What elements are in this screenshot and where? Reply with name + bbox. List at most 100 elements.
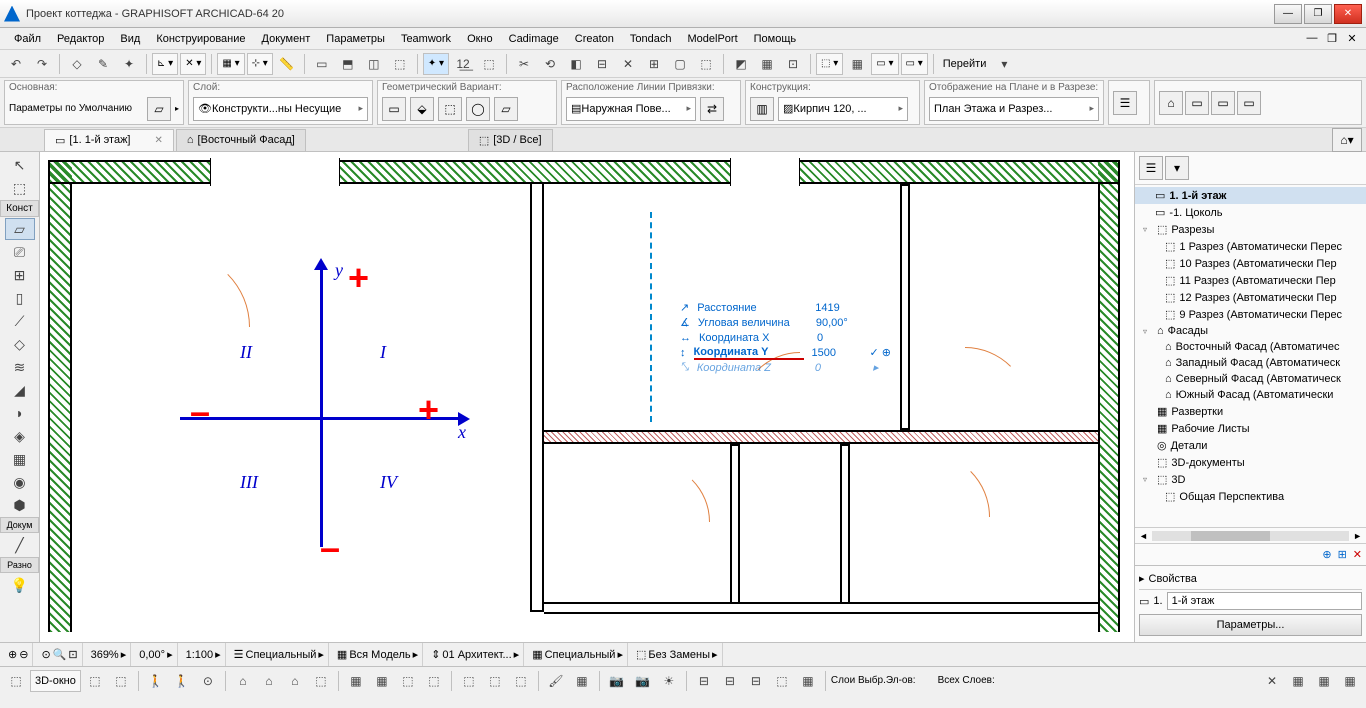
snap-dropdown[interactable]: ✕ ▾	[180, 53, 206, 75]
bb4[interactable]: 🚶	[144, 670, 168, 692]
nav-sections[interactable]: ▿⬚ Разрезы	[1135, 221, 1366, 238]
sb-zoomfit[interactable]: ⊡	[68, 648, 77, 661]
goto-label[interactable]: Перейти	[939, 58, 991, 70]
nav-floor1[interactable]: ▭ 1. 1-й этаж	[1135, 187, 1366, 204]
bb20[interactable]: 📷	[605, 670, 629, 692]
bb2[interactable]: ⬚	[83, 670, 107, 692]
drawing-canvas[interactable]: y x I II III IV + + – – ↗Расстояние1419 …	[40, 152, 1134, 642]
roof-tool[interactable]: ◢	[5, 379, 35, 401]
nav-e3[interactable]: ⌂ Северный Фасад (Автоматическ	[1135, 371, 1366, 387]
u6[interactable]: ⊞	[642, 53, 666, 75]
u3[interactable]: ◧	[564, 53, 588, 75]
mdi-close-icon[interactable]: ✕	[1344, 32, 1360, 45]
gridsnap-dropdown[interactable]: ⊹ ▾	[247, 53, 273, 75]
geom5[interactable]: ▱	[494, 97, 518, 121]
bb23[interactable]: ⊟	[692, 670, 716, 692]
pick-button[interactable]: ◇	[65, 53, 89, 75]
stair-tool[interactable]: ≋	[5, 356, 35, 378]
v4[interactable]: ▦	[845, 53, 869, 75]
maximize-button[interactable]: ❐	[1304, 4, 1332, 24]
tab-nav-icon[interactable]: ⌂▾	[1332, 128, 1362, 152]
goto-arrow[interactable]: ▾	[992, 53, 1016, 75]
props-settings-button[interactable]: Параметры...	[1139, 614, 1362, 636]
nav-s11[interactable]: ⬚ 11 Разрез (Автоматически Пер	[1135, 272, 1366, 289]
nav-e1[interactable]: ⌂ Восточный Фасад (Автоматичес	[1135, 339, 1366, 355]
sb-zoom2[interactable]: 🔍	[53, 648, 67, 661]
bb11[interactable]: ▦	[344, 670, 368, 692]
arrow-tool[interactable]: ↖	[5, 154, 35, 176]
menu-teamwork[interactable]: Teamwork	[393, 33, 459, 45]
menu-design[interactable]: Конструирование	[148, 33, 253, 45]
layout-dropdown[interactable]: ▭ ▾	[871, 53, 898, 75]
sb-i2[interactable]: ⊖	[19, 648, 28, 661]
u2[interactable]: ⟲	[538, 53, 562, 75]
menu-view[interactable]: Вид	[112, 33, 148, 45]
snap-flip[interactable]: ⇄	[700, 97, 724, 121]
nav-3d[interactable]: ▿⬚ 3D	[1135, 471, 1366, 488]
bb9[interactable]: ⌂	[283, 670, 307, 692]
mdi-min-icon[interactable]: —	[1304, 32, 1320, 45]
layercomb[interactable]: Специальный	[246, 649, 317, 661]
menu-cadimage[interactable]: Cadimage	[501, 33, 567, 45]
column-tool[interactable]: ▯	[5, 287, 35, 309]
nav-e4[interactable]: ⌂ Южный Фасад (Автоматически	[1135, 387, 1366, 403]
bb21[interactable]: 📷	[631, 670, 655, 692]
nav-add-icon[interactable]: ⊞	[1338, 548, 1347, 561]
slab-tool[interactable]: ◇	[5, 333, 35, 355]
bb3[interactable]: ⬚	[109, 670, 133, 692]
close-tab-icon[interactable]: ✕	[155, 135, 163, 146]
bb27[interactable]: ▦	[796, 670, 820, 692]
sb-i1[interactable]: ⊕	[8, 648, 17, 661]
active-coord[interactable]: Координата Y	[694, 346, 804, 360]
t4[interactable]: ⬚	[388, 53, 412, 75]
nav-book-icon[interactable]: ▭	[1211, 91, 1235, 115]
menu-tondach[interactable]: Tondach	[622, 33, 680, 45]
trace-button[interactable]: ⬚	[477, 53, 501, 75]
grid-dropdown[interactable]: ▦ ▾	[217, 53, 244, 75]
undo-button[interactable]: ↶	[4, 53, 28, 75]
u1[interactable]: ✂	[512, 53, 536, 75]
tab-floor1[interactable]: ▭ [1. 1-й этаж]✕	[44, 129, 174, 151]
bb25[interactable]: ⊟	[744, 670, 768, 692]
bb16[interactable]: ⬚	[483, 670, 507, 692]
snap-combo[interactable]: ▤ Наружная Пове...	[566, 97, 696, 121]
u5[interactable]: ✕	[616, 53, 640, 75]
nav-int[interactable]: ▦ Развертки	[1135, 403, 1366, 420]
default-params[interactable]: Параметры по Умолчанию	[9, 103, 132, 114]
wall-tool[interactable]: ▱	[5, 218, 35, 240]
nav-home-icon[interactable]: ⌂	[1159, 91, 1183, 115]
close-button[interactable]: ✕	[1334, 4, 1362, 24]
menu-document[interactable]: Документ	[254, 33, 319, 45]
v2[interactable]: ▦	[755, 53, 779, 75]
redo-button[interactable]: ↷	[30, 53, 54, 75]
nav-pub-icon[interactable]: ▭	[1237, 91, 1261, 115]
doc-header[interactable]: Докум	[0, 517, 39, 533]
dim-dropdown[interactable]: ✦ ▾	[423, 53, 449, 75]
bb10[interactable]: ⬚	[309, 670, 333, 692]
menu-options[interactable]: Параметры	[318, 33, 393, 45]
beam-tool[interactable]: ⟋	[5, 310, 35, 332]
nav-view-icon[interactable]: ▭	[1185, 91, 1209, 115]
menu-help[interactable]: Помощь	[746, 33, 805, 45]
geom4[interactable]: ◯	[466, 97, 490, 121]
menu-edit[interactable]: Редактор	[49, 33, 112, 45]
bb22[interactable]: ☀	[657, 670, 681, 692]
bb-end2[interactable]: ▦	[1286, 670, 1310, 692]
struct-type[interactable]: ▥	[750, 97, 774, 121]
t3[interactable]: ◫	[362, 53, 386, 75]
menu-modelport[interactable]: ModelPort	[680, 33, 746, 45]
nav-s1[interactable]: ⬚ 1 Разрез (Автоматически Перес	[1135, 238, 1366, 255]
t1[interactable]: ▭	[310, 53, 334, 75]
bb13[interactable]: ⬚	[396, 670, 420, 692]
bb15[interactable]: ⬚	[457, 670, 481, 692]
nav-new-icon[interactable]: ⊕	[1322, 548, 1331, 561]
bb14[interactable]: ⬚	[422, 670, 446, 692]
object-tool[interactable]: ⬢	[5, 494, 35, 516]
tab-3d[interactable]: ⬚ [3D / Все]	[468, 129, 553, 151]
u4[interactable]: ⊟	[590, 53, 614, 75]
door-tool[interactable]: ⎚	[5, 241, 35, 263]
nav-e2[interactable]: ⌂ Западный Фасад (Автоматическ	[1135, 355, 1366, 371]
geom2[interactable]: ⬙	[410, 97, 434, 121]
nav-project-icon[interactable]: ☰	[1139, 156, 1163, 180]
menu-file[interactable]: Файл	[6, 33, 49, 45]
